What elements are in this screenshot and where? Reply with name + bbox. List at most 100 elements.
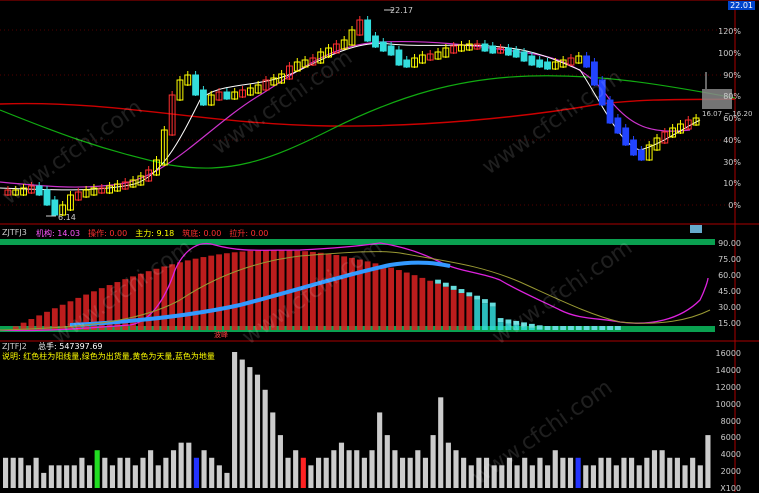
- volume-bar: [33, 457, 39, 488]
- ind-bar: [239, 251, 246, 330]
- axis-tick: 120%: [718, 27, 741, 36]
- candle: [364, 19, 372, 42]
- axis-tick: 80%: [723, 92, 741, 102]
- candle: [544, 61, 551, 70]
- axis-tick: 16000: [715, 349, 741, 358]
- volume-bar: [323, 457, 329, 488]
- ind-bar: [223, 253, 230, 330]
- volume-bar: [224, 472, 230, 488]
- volume-bar: [682, 465, 688, 488]
- volume-bar: [254, 374, 261, 488]
- ind-bar: [36, 315, 43, 330]
- axis-tick: 15.00: [718, 319, 741, 328]
- ind-cyan-mark: [442, 282, 449, 287]
- volume-bar: [170, 450, 177, 488]
- ind-cyan-mark: [607, 326, 613, 330]
- ind-cyan-mark: [552, 326, 559, 330]
- volume-bar: [361, 457, 367, 488]
- candle: [622, 127, 630, 146]
- volume-bar: [338, 442, 345, 488]
- volume-bar: [148, 450, 154, 488]
- ind-bar: [435, 283, 441, 330]
- volume-bar: [445, 442, 451, 488]
- ind-cyan-mark: [536, 325, 543, 330]
- volume-bar: [438, 397, 444, 488]
- ind-toggle[interactable]: [690, 225, 702, 233]
- ind-bar: [231, 252, 238, 330]
- ind-bar: [396, 270, 402, 330]
- volume-bar: [201, 450, 207, 488]
- axis-tick: 8000: [720, 416, 741, 426]
- vol-legend: 说明: 红色柱为阳线量,绿色为出货量,黄色为天量,蓝色为地量: [2, 352, 215, 361]
- volume-bar: [155, 465, 161, 488]
- volume-bar: [377, 412, 383, 488]
- volume-bar: [48, 465, 54, 488]
- volume-bar: [94, 450, 100, 488]
- ind-bar: [216, 254, 222, 330]
- axis-tick: 30.00: [718, 303, 741, 312]
- volume-bar: [247, 367, 253, 488]
- ind-bar: [458, 293, 465, 330]
- volume-bar: [644, 457, 650, 488]
- volume-bar: [415, 450, 421, 488]
- ind-badge: 波峰: [214, 331, 228, 339]
- candle: [489, 45, 497, 54]
- axis-tick: 75.00: [718, 255, 741, 264]
- candle: [630, 139, 637, 156]
- ind-bar: [474, 299, 481, 330]
- volume-bar: [667, 457, 673, 488]
- volume-bar: [590, 465, 596, 488]
- axis-tick: 4000: [720, 450, 741, 460]
- volume-bar: [232, 352, 238, 488]
- axis-tick: 90%: [723, 70, 741, 80]
- candle: [223, 91, 231, 100]
- axis-tick: 100%: [718, 48, 741, 58]
- volume-bar: [567, 457, 574, 488]
- ind-legend-item: 操作: 0.00: [88, 229, 128, 238]
- volume-bar: [193, 457, 199, 488]
- volume-bar: [430, 435, 436, 488]
- volume-bar: [56, 465, 62, 488]
- volume-bar: [132, 465, 138, 488]
- volume-bar: [613, 465, 619, 488]
- volume-bar: [690, 457, 696, 488]
- volume-bar: [3, 457, 9, 488]
- volume-bar: [308, 465, 314, 488]
- volume-bar: [285, 457, 291, 488]
- ind-bar: [411, 275, 418, 330]
- candle: [51, 199, 59, 216]
- axis-tick: 60.00: [718, 271, 741, 280]
- axis-tick: 6000: [720, 433, 741, 443]
- candle: [379, 41, 387, 52]
- ind-bar: [380, 265, 387, 330]
- volume-bar: [109, 465, 116, 488]
- volume-bar: [529, 465, 535, 488]
- candle: [606, 99, 614, 124]
- ind-cyan-mark: [575, 326, 582, 330]
- candle: [192, 74, 200, 96]
- axis-tick: 12000: [715, 382, 741, 392]
- volume-bar: [216, 465, 222, 488]
- candle: [395, 49, 403, 66]
- volume-bar: [369, 450, 375, 488]
- candle: [387, 45, 395, 56]
- volume-bar: [277, 435, 283, 488]
- ind-cyan-mark: [482, 299, 488, 304]
- volume-bar: [102, 457, 108, 488]
- volume-bar: [636, 465, 642, 488]
- candle: [583, 55, 591, 68]
- volume-bars: [3, 352, 711, 488]
- volume-bar: [560, 457, 566, 488]
- axis-tick: 60%: [723, 114, 741, 123]
- candle: [528, 55, 536, 66]
- candle: [520, 51, 528, 62]
- candle: [637, 149, 645, 161]
- candle: [536, 59, 544, 68]
- candle: [512, 49, 520, 58]
- volume-bar: [125, 457, 131, 488]
- volume-bar: [705, 435, 711, 488]
- volume-bar: [79, 457, 85, 488]
- volume-bar: [522, 457, 528, 488]
- volume-bar: [659, 450, 665, 488]
- volume-bar: [545, 465, 551, 488]
